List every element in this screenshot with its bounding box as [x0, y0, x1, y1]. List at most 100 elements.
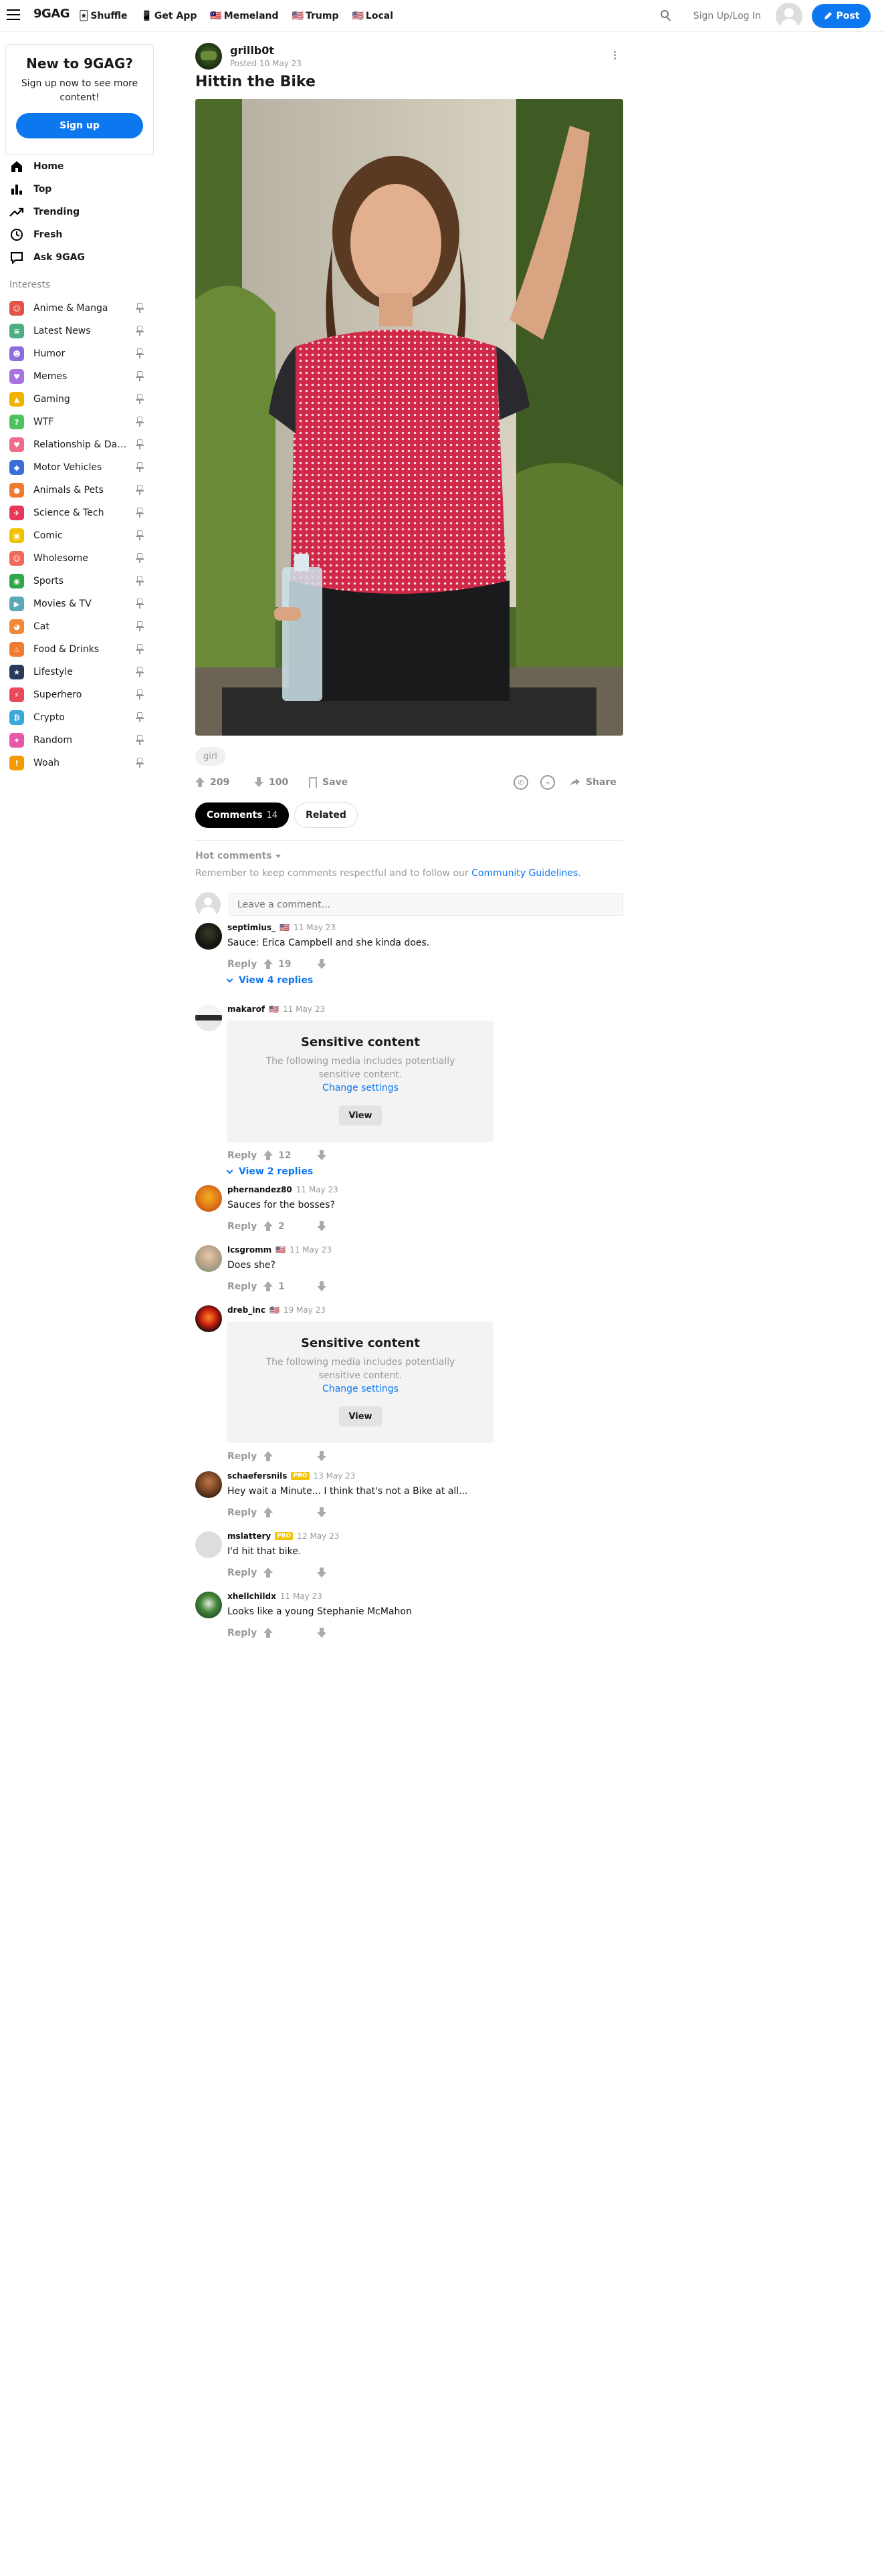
- sidebar-item-interest[interactable]: ♥ Memes: [9, 365, 151, 388]
- nav-trump[interactable]: 🇺🇸 Trump: [292, 11, 339, 21]
- downvote-button[interactable]: 100: [254, 770, 288, 794]
- signup-login-link[interactable]: Sign Up/Log In: [693, 11, 761, 21]
- pin-icon[interactable]: [135, 485, 144, 496]
- sidebar-item-interest[interactable]: ⚡ Superhero: [9, 683, 151, 706]
- sidebar-item-interest[interactable]: ♥ Relationship & Dating: [9, 433, 151, 456]
- avatar[interactable]: [195, 1185, 222, 1212]
- sidebar-item-interest[interactable]: ▶ Movies & TV: [9, 593, 151, 615]
- comment-input[interactable]: [229, 893, 623, 916]
- comment-downvote-button[interactable]: [317, 1221, 370, 1232]
- avatar[interactable]: [195, 1471, 222, 1498]
- reply-button[interactable]: Reply: [227, 1628, 263, 1638]
- sidebar-item-interest[interactable]: ◉ Sports: [9, 570, 151, 593]
- pin-icon[interactable]: [135, 530, 144, 541]
- comment-author[interactable]: schaefersnils: [227, 1471, 287, 1481]
- avatar[interactable]: [195, 1592, 222, 1618]
- change-settings-link[interactable]: Change settings: [227, 1384, 493, 1394]
- search-icon[interactable]: [660, 9, 673, 23]
- save-button[interactable]: Save: [309, 770, 348, 794]
- sidebar-item-interest[interactable]: ✈ Science & Tech: [9, 502, 151, 524]
- view-replies-button[interactable]: View 4 replies: [226, 975, 313, 986]
- reply-button[interactable]: Reply: [227, 1451, 263, 1462]
- sidebar-item-interest[interactable]: ✦ Random: [9, 729, 151, 752]
- sidebar-item-interest[interactable]: ♨ Food & Drinks: [9, 638, 151, 661]
- sidebar-item-interest[interactable]: ☺ Wholesome: [9, 547, 151, 570]
- comment-downvote-button[interactable]: [317, 1451, 370, 1462]
- sidebar-item-interest[interactable]: ◕ Cat: [9, 615, 151, 638]
- pin-icon[interactable]: [135, 508, 144, 518]
- view-replies-button[interactable]: View 2 replies: [226, 1166, 313, 1177]
- pin-icon[interactable]: [135, 576, 144, 586]
- menu-icon[interactable]: [7, 9, 20, 20]
- pin-icon[interactable]: [135, 326, 144, 336]
- reply-button[interactable]: Reply: [227, 959, 263, 970]
- reply-button[interactable]: Reply: [227, 1568, 263, 1578]
- comment-author[interactable]: xhellchildx: [227, 1592, 276, 1601]
- tab-comments[interactable]: Comments 14: [195, 802, 290, 828]
- comment-sort-dropdown[interactable]: Hot comments: [195, 851, 282, 861]
- sidebar-item-home[interactable]: Home: [9, 155, 156, 178]
- comment-upvote-button[interactable]: [263, 1568, 317, 1578]
- avatar[interactable]: [195, 923, 222, 950]
- sidebar-item-interest[interactable]: ▲ Gaming: [9, 388, 151, 411]
- comment-author[interactable]: dreb_inc: [227, 1305, 265, 1315]
- nav-memeland[interactable]: 🇲🇾 Memeland: [210, 11, 278, 21]
- sidebar-item-top[interactable]: Top: [9, 178, 156, 201]
- messenger-share-button[interactable]: ⌁: [540, 770, 555, 794]
- pin-icon[interactable]: [135, 303, 144, 314]
- upvote-button[interactable]: 209: [195, 770, 229, 794]
- sidebar-item-interest[interactable]: ● Animals & Pets: [9, 479, 151, 502]
- pin-icon[interactable]: [135, 621, 144, 632]
- nav-get-app[interactable]: 📱 Get App: [140, 11, 197, 21]
- nav-local[interactable]: 🇺🇸 Local: [352, 11, 393, 21]
- reply-button[interactable]: Reply: [227, 1281, 263, 1292]
- sidebar-item-interest[interactable]: ₿ Crypto: [9, 706, 151, 729]
- reply-button[interactable]: Reply: [227, 1507, 263, 1518]
- tab-related[interactable]: Related: [294, 802, 358, 828]
- reply-button[interactable]: Reply: [227, 1150, 263, 1161]
- sidebar-item-interest[interactable]: ★ Lifestyle: [9, 661, 151, 683]
- comment-upvote-button[interactable]: [263, 1451, 317, 1462]
- pin-icon[interactable]: [135, 439, 144, 450]
- pin-icon[interactable]: [135, 735, 144, 746]
- comment-upvote-button[interactable]: [263, 1507, 317, 1518]
- sidebar-item-trending[interactable]: Trending: [9, 201, 156, 223]
- view-sensitive-button[interactable]: View: [339, 1105, 382, 1125]
- pin-icon[interactable]: [135, 553, 144, 564]
- comment-author[interactable]: makarof: [227, 1004, 265, 1014]
- sidebar-item-fresh[interactable]: Fresh: [9, 223, 156, 246]
- share-button[interactable]: Share: [570, 770, 617, 794]
- post-author[interactable]: grillb0t: [230, 44, 274, 57]
- pin-icon[interactable]: [135, 758, 144, 768]
- sidebar-item-interest[interactable]: ◆ Motor Vehicles: [9, 456, 151, 479]
- signup-button[interactable]: Sign up: [16, 113, 143, 138]
- avatar[interactable]: [195, 1245, 222, 1272]
- comment-author[interactable]: lcsgromm: [227, 1245, 271, 1255]
- comment-upvote-button[interactable]: 2: [263, 1221, 317, 1232]
- comment-upvote-button[interactable]: 19: [263, 959, 317, 970]
- comment-downvote-button[interactable]: [317, 959, 370, 970]
- change-settings-link[interactable]: Change settings: [227, 1083, 493, 1093]
- sidebar-item-interest[interactable]: ▣ Comic: [9, 524, 151, 547]
- whatsapp-share-button[interactable]: ✆: [514, 770, 528, 794]
- avatar[interactable]: [195, 43, 222, 70]
- pin-icon[interactable]: [135, 667, 144, 677]
- pin-icon[interactable]: [135, 417, 144, 427]
- comment-downvote-button[interactable]: [317, 1507, 370, 1518]
- comment-upvote-button[interactable]: [263, 1628, 317, 1638]
- pin-icon[interactable]: [135, 712, 144, 723]
- sidebar-item-interest[interactable]: ☺ Anime & Manga: [9, 297, 151, 320]
- avatar[interactable]: [195, 1531, 222, 1558]
- more-icon[interactable]: [614, 51, 617, 61]
- pin-icon[interactable]: [135, 348, 144, 359]
- pin-icon[interactable]: [135, 371, 144, 382]
- comment-upvote-button[interactable]: 12: [263, 1150, 317, 1161]
- logo[interactable]: 9GAG: [33, 7, 70, 21]
- comment-upvote-button[interactable]: 1: [263, 1281, 317, 1292]
- pin-icon[interactable]: [135, 394, 144, 405]
- comment-downvote-button[interactable]: [317, 1150, 370, 1161]
- comment-downvote-button[interactable]: [317, 1568, 370, 1578]
- post-image[interactable]: [195, 99, 623, 736]
- comment-author[interactable]: mslattery: [227, 1531, 271, 1541]
- reply-button[interactable]: Reply: [227, 1221, 263, 1232]
